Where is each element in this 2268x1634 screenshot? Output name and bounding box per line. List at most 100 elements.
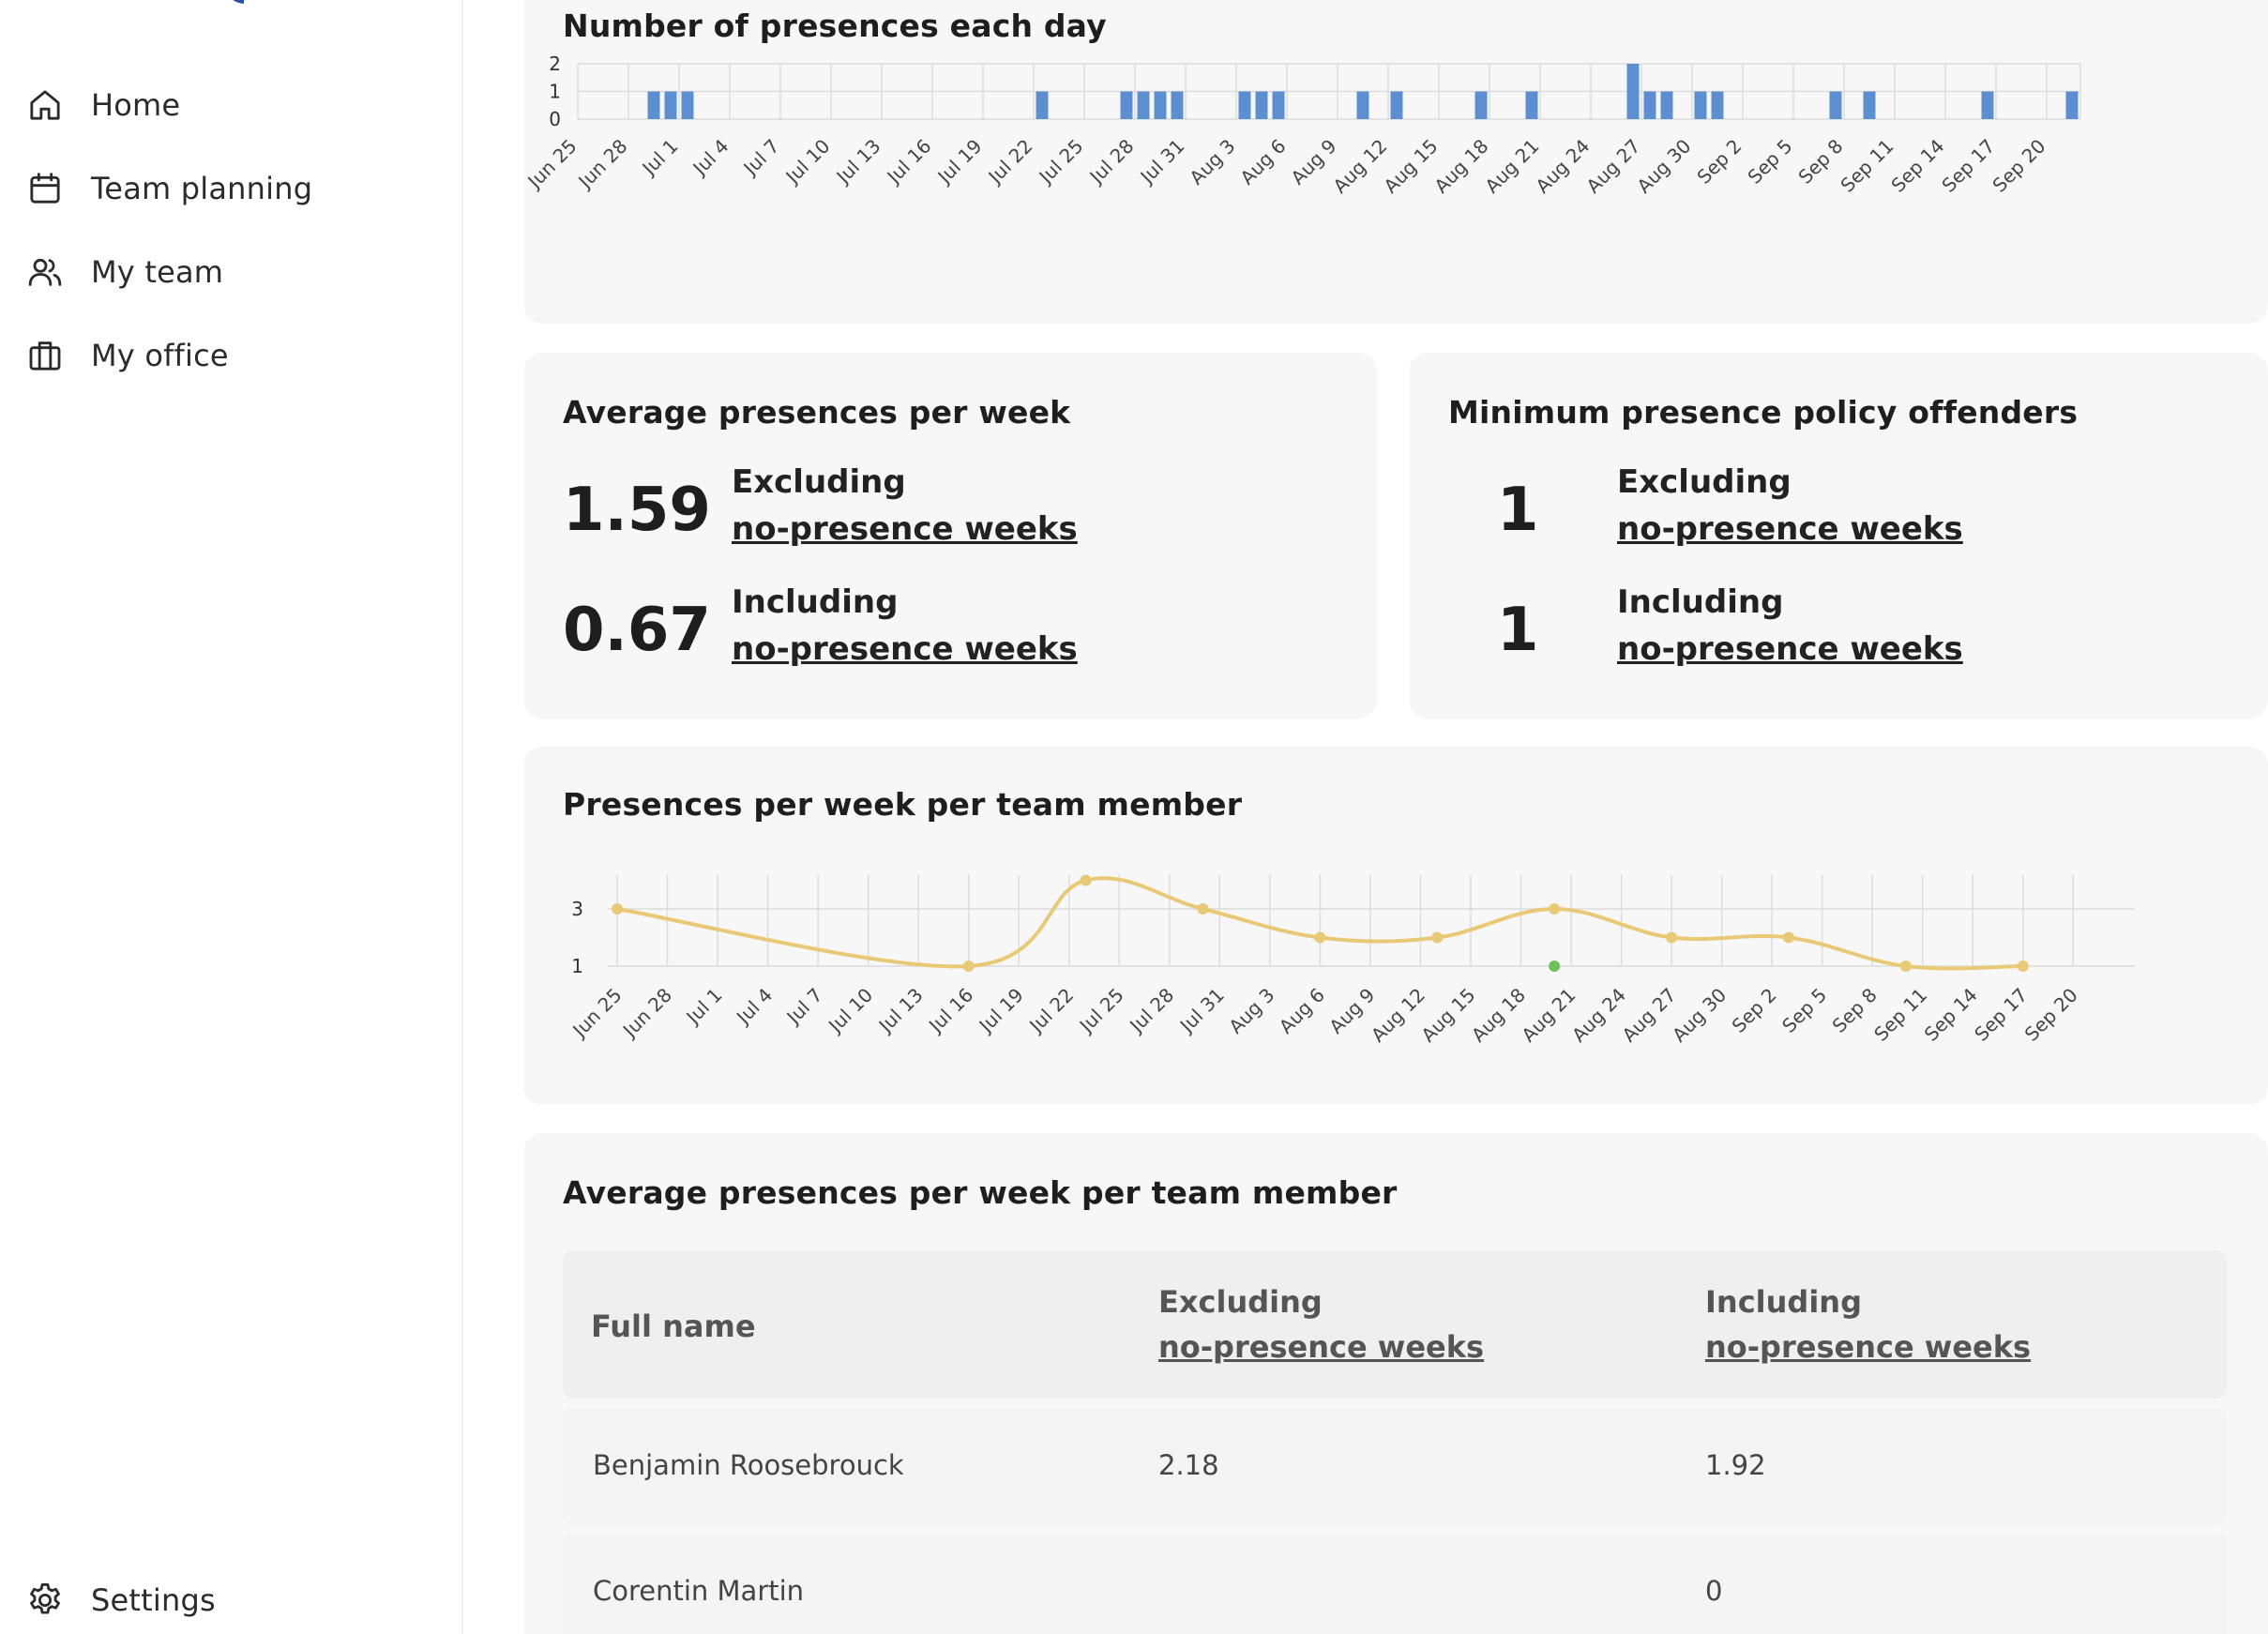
x-tick-label: Jul 13 — [873, 984, 928, 1038]
weekly-presences-chart: 13Jun 25Jun 28 Jul 1 Jul 4 Jul 7Jul 10Jul 1… — [567, 874, 2135, 1047]
stat-description: Excluding no-presence weeks — [732, 463, 1126, 548]
sidebar-item-label: My team — [91, 254, 224, 290]
bar — [1255, 91, 1268, 119]
home-icon — [24, 84, 66, 126]
x-tick-label: Jul 22 — [983, 135, 1037, 189]
team-member-table: Full name Excluding no-presence weeks In… — [563, 1250, 2227, 1634]
header-excluding[interactable]: Excluding no-presence weeks — [1158, 1284, 1484, 1365]
offenders-excluding-value: 1 — [1497, 476, 1539, 545]
data-point — [1899, 961, 1912, 972]
bar — [1643, 91, 1656, 119]
no-presence-weeks-link[interactable]: no-presence weeks — [732, 630, 1126, 668]
no-presence-weeks-link[interactable]: no-presence weeks — [1617, 630, 2011, 668]
x-tick-label: Sep 2 — [1692, 135, 1746, 189]
x-tick-label: Aug 27 — [1618, 984, 1681, 1047]
bar — [1036, 91, 1049, 119]
sidebar-item-settings[interactable]: Settings — [24, 1572, 216, 1628]
stat-description: Including no-presence weeks — [1617, 583, 2011, 668]
avg-excluding-value: 1.59 — [563, 476, 711, 545]
x-tick-label: Aug 15 — [1416, 984, 1479, 1047]
data-point — [1666, 931, 1678, 944]
daily-presences-card: Number of presences each day 0 1 2 Jun 25 Ju… — [523, 0, 2268, 324]
x-tick-label: Jul 1 — [681, 984, 727, 1030]
x-tick-label: Jun 28 — [573, 135, 632, 194]
no-presence-weeks-link[interactable]: no-presence weeks — [732, 510, 1126, 548]
card-title: Average presences per week per team memb… — [563, 1174, 1398, 1211]
x-tick-label: Jul 7 — [738, 135, 784, 181]
data-point — [1197, 903, 1209, 915]
offenders-including-value: 1 — [1497, 596, 1539, 665]
policy-offenders-card: Minimum presence policy offenders 1 Excl… — [1409, 353, 2268, 719]
bar — [1390, 91, 1403, 119]
bar — [1660, 91, 1673, 119]
x-tick-label: Aug 12 — [1367, 984, 1429, 1047]
sidebar-item-home[interactable]: Home — [24, 77, 180, 133]
bar — [1120, 91, 1133, 119]
y-tick-label: 2 — [549, 53, 561, 75]
data-point — [2017, 961, 2029, 972]
x-tick-label: Jul 28 — [1084, 135, 1139, 189]
y-tick-label: 3 — [571, 898, 583, 920]
sidebar-item-label: Settings — [91, 1582, 216, 1618]
bar — [1829, 91, 1842, 119]
x-tick-label: Sep 14 — [1886, 135, 1948, 197]
offenders-excluding-stat: 1 Excluding no-presence weeks — [1497, 463, 1963, 548]
table-row[interactable]: Corentin Martin 0 — [563, 1534, 2227, 1634]
x-tick-label: Jul 10 — [823, 984, 877, 1038]
sidebar-item-my-team[interactable]: My team — [24, 244, 223, 300]
table-row[interactable]: Benjamin Roosebrouck 2.18 1.92 — [563, 1408, 2227, 1524]
bar — [1238, 91, 1251, 119]
x-tick-label: Jul 25 — [1034, 135, 1088, 189]
no-presence-weeks-link[interactable]: no-presence weeks — [1705, 1329, 2031, 1365]
x-tick-label: Jul 7 — [781, 984, 827, 1030]
no-presence-weeks-link[interactable]: no-presence weeks — [1617, 510, 2011, 548]
x-tick-label: Sep 11 — [1836, 135, 1898, 197]
sidebar-item-my-office[interactable]: My office — [24, 327, 229, 384]
x-tick-label: Jul 25 — [1074, 984, 1128, 1038]
bar — [1474, 91, 1488, 119]
x-tick-label: Jul 4 — [688, 135, 733, 181]
logo-fragment — [233, 0, 245, 4]
x-tick-label: Jul 4 — [731, 984, 777, 1030]
x-tick-label: Jun 28 — [617, 984, 676, 1043]
x-tick-label: Aug 21 — [1480, 135, 1543, 198]
including-label: Including — [732, 583, 899, 621]
cell-including: 0 — [1705, 1575, 1723, 1607]
x-tick-label: Jul 31 — [1174, 984, 1229, 1038]
cell-full-name: Corentin Martin — [593, 1575, 805, 1607]
avg-including-stat: 0.67 Including no-presence weeks — [563, 583, 1078, 668]
team-member-table-card: Average presences per week per team memb… — [523, 1133, 2268, 1634]
y-tick-label: 0 — [549, 108, 561, 130]
bar — [1525, 91, 1538, 119]
bar — [1981, 91, 1994, 119]
sidebar-item-label: Team planning — [91, 171, 313, 206]
data-point — [1080, 874, 1092, 886]
x-tick-label: Aug 6 — [1235, 135, 1290, 189]
bar — [681, 91, 694, 119]
avg-excluding-stat: 1.59 Excluding no-presence weeks — [563, 463, 1078, 548]
header-full-name[interactable]: Full name — [591, 1309, 756, 1344]
sidebar-item-label: Home — [91, 87, 181, 123]
data-point — [1549, 961, 1561, 972]
excluding-label: Excluding — [1617, 463, 1792, 501]
y-tick-label: 1 — [549, 81, 561, 103]
sidebar-item-team-planning[interactable]: Team planning — [24, 160, 312, 217]
calendar-icon — [24, 168, 66, 209]
stat-description: Excluding no-presence weeks — [1617, 463, 2011, 548]
no-presence-weeks-link[interactable]: no-presence weeks — [1158, 1329, 1484, 1365]
x-tick-label: Jun 25 — [567, 984, 627, 1043]
bar — [1863, 91, 1876, 119]
bar — [1171, 91, 1184, 119]
office-icon — [24, 335, 66, 376]
card-title: Average presences per week — [563, 394, 1071, 431]
bar — [2065, 91, 2079, 119]
x-tick-label: Aug 27 — [1581, 135, 1644, 198]
cell-full-name: Benjamin Roosebrouck — [593, 1449, 904, 1481]
header-including[interactable]: Including no-presence weeks — [1705, 1284, 2031, 1365]
data-point — [1314, 931, 1326, 944]
team-icon — [24, 251, 66, 293]
weekly-presences-card: Presences per week per team member 1 3 Jun… — [523, 747, 2268, 1105]
x-tick-label: Aug 18 — [1467, 984, 1530, 1047]
x-tick-label: Aug 12 — [1328, 135, 1391, 198]
x-tick-label: Aug 30 — [1632, 135, 1695, 198]
